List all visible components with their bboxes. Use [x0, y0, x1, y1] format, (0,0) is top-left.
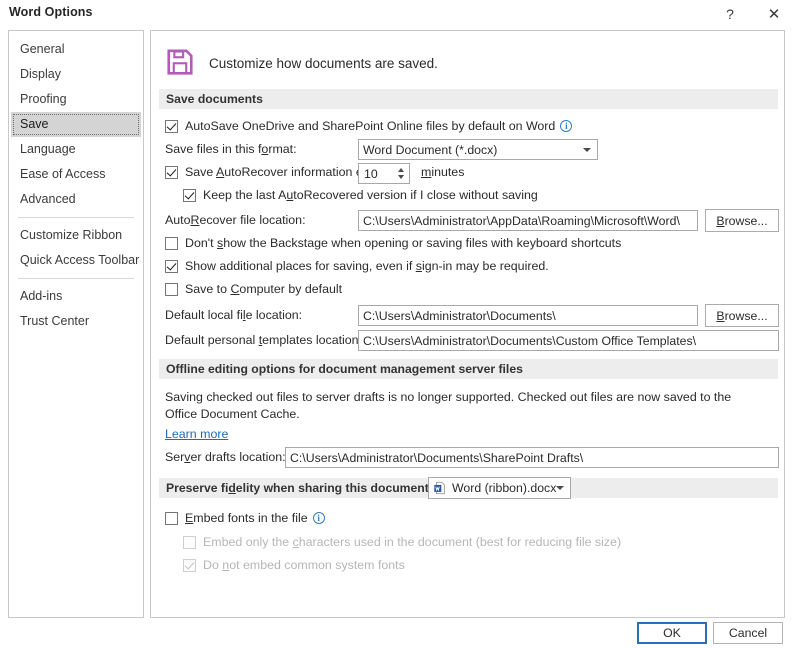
info-icon[interactable]: i: [560, 120, 572, 132]
cancel-button[interactable]: Cancel: [713, 622, 783, 644]
preserve-fidelity-document-dropdown[interactable]: Word (ribbon).docx: [428, 477, 571, 499]
sidebar-item-add-ins[interactable]: Add-ins: [9, 284, 143, 309]
server-drafts-value: C:\Users\Administrator\Documents\SharePo…: [290, 451, 583, 465]
show-additional-places-row[interactable]: Show additional places for saving, even …: [165, 259, 549, 273]
embed-only-chars-checkbox: [183, 536, 196, 549]
sidebar-item-language[interactable]: Language: [9, 137, 143, 162]
default-local-value: C:\Users\Administrator\Documents\: [363, 309, 556, 323]
autorecover-checkbox-row[interactable]: Save AutoRecover information every: [165, 165, 386, 179]
server-drafts-label-row: Server drafts location:: [165, 450, 286, 464]
embed-fonts-label: Embed fonts in the file: [185, 511, 308, 525]
autorecover-location-input[interactable]: C:\Users\Administrator\AppData\Roaming\M…: [358, 210, 698, 231]
default-templates-input[interactable]: C:\Users\Administrator\Documents\Custom …: [358, 330, 779, 351]
minutes-label: minutes: [421, 165, 464, 179]
sidebar-item-general[interactable]: General: [9, 37, 143, 62]
word-document-icon: [433, 481, 447, 495]
offline-editing-paragraph: Saving checked out files to server draft…: [165, 389, 745, 423]
panel-header: Customize how documents are saved.: [165, 43, 438, 83]
help-icon[interactable]: ?: [713, 0, 747, 28]
save-to-computer-row[interactable]: Save to Computer by default: [165, 282, 342, 296]
default-templates-value: C:\Users\Administrator\Documents\Custom …: [363, 334, 696, 348]
save-to-computer-label: Save to Computer by default: [185, 282, 342, 296]
embed-only-chars-row: Embed only the characters used in the do…: [183, 535, 621, 549]
browse-autorecover-button[interactable]: Browse...: [705, 209, 779, 232]
dont-embed-system-fonts-label: Do not embed common system fonts: [203, 558, 405, 572]
autosave-checkbox-row[interactable]: AutoSave OneDrive and SharePoint Online …: [165, 119, 572, 133]
autosave-label: AutoSave OneDrive and SharePoint Online …: [185, 119, 555, 133]
server-drafts-input[interactable]: C:\Users\Administrator\Documents\SharePo…: [285, 447, 779, 468]
sidebar-item-display[interactable]: Display: [9, 62, 143, 87]
sidebar-item-save[interactable]: Save: [11, 112, 141, 137]
default-local-input[interactable]: C:\Users\Administrator\Documents\: [358, 305, 698, 326]
ok-button[interactable]: OK: [637, 622, 707, 644]
stepper-up-icon[interactable]: [398, 168, 404, 172]
info-icon[interactable]: i: [313, 512, 325, 524]
sidebar-separator: [18, 217, 134, 218]
sidebar-item-quick-access-toolbar[interactable]: Quick Access Toolbar: [9, 248, 143, 273]
embed-fonts-row[interactable]: Embed fonts in the file i: [165, 511, 325, 525]
save-format-label: Save files in this format:: [165, 142, 297, 156]
title-bar: Word Options ? ✕: [0, 0, 793, 28]
dont-embed-system-fonts-checkbox: [183, 559, 196, 572]
save-floppy-icon: [165, 47, 195, 80]
sidebar-item-ease-of-access[interactable]: Ease of Access: [9, 162, 143, 187]
sidebar-separator: [18, 278, 134, 279]
options-main-panel: Customize how documents are saved. Save …: [150, 30, 785, 618]
sidebar-item-advanced[interactable]: Advanced: [9, 187, 143, 212]
show-additional-places-label: Show additional places for saving, even …: [185, 259, 549, 273]
sidebar-item-trust-center[interactable]: Trust Center: [9, 309, 143, 334]
section-header-offline-editing: Offline editing options for document man…: [159, 359, 778, 379]
sidebar-item-proofing[interactable]: Proofing: [9, 87, 143, 112]
chevron-down-icon: [556, 486, 564, 490]
save-format-value: Word Document (*.docx): [363, 143, 497, 157]
embed-only-chars-label: Embed only the characters used in the do…: [203, 535, 621, 549]
close-icon[interactable]: ✕: [757, 0, 791, 28]
stepper-down-icon[interactable]: [398, 175, 404, 179]
sidebar-item-customize-ribbon[interactable]: Customize Ribbon: [9, 223, 143, 248]
autorecover-location-label: AutoRecover file location:: [165, 213, 306, 227]
default-local-label: Default local file location:: [165, 308, 302, 322]
default-templates-label-row: Default personal templates location:: [165, 333, 362, 347]
preserve-fidelity-heading-text: Preserve fidelity when sharing this docu…: [166, 481, 433, 495]
autorecover-location-value: C:\Users\Administrator\AppData\Roaming\M…: [363, 214, 680, 228]
default-local-label-row: Default local file location:: [165, 308, 302, 322]
options-sidebar: GeneralDisplayProofingSaveLanguageEase o…: [8, 30, 144, 618]
server-drafts-label: Server drafts location:: [165, 450, 286, 464]
preserve-fidelity-document-value: Word (ribbon).docx: [452, 481, 556, 495]
keep-last-autorecovered-checkbox[interactable]: [183, 189, 196, 202]
chevron-down-icon: [583, 148, 591, 152]
save-to-computer-checkbox[interactable]: [165, 283, 178, 296]
autosave-checkbox[interactable]: [165, 120, 178, 133]
dont-show-backstage-row[interactable]: Don't show the Backstage when opening or…: [165, 236, 621, 250]
save-format-dropdown[interactable]: Word Document (*.docx): [358, 139, 598, 160]
default-templates-label: Default personal templates location:: [165, 333, 362, 347]
keep-last-autorecovered-row[interactable]: Keep the last AutoRecovered version if I…: [183, 188, 538, 202]
show-additional-places-checkbox[interactable]: [165, 260, 178, 273]
autorecover-checkbox[interactable]: [165, 166, 178, 179]
window-title: Word Options: [9, 5, 93, 19]
autorecover-minutes-value: 10: [364, 167, 378, 181]
section-header-save-documents: Save documents: [159, 89, 778, 109]
autorecover-location-label-row: AutoRecover file location:: [165, 213, 306, 227]
embed-fonts-checkbox[interactable]: [165, 512, 178, 525]
minutes-label-row: minutes: [421, 165, 464, 179]
save-format-label-row: Save files in this format:: [165, 142, 297, 156]
browse-default-local-button[interactable]: Browse...: [705, 304, 779, 327]
autorecover-label: Save AutoRecover information every: [185, 165, 386, 179]
dont-embed-system-fonts-row: Do not embed common system fonts: [183, 558, 405, 572]
keep-last-autorecovered-label: Keep the last AutoRecovered version if I…: [203, 188, 538, 202]
panel-header-text: Customize how documents are saved.: [209, 56, 438, 71]
dont-show-backstage-checkbox[interactable]: [165, 237, 178, 250]
learn-more-link[interactable]: Learn more: [165, 427, 228, 441]
dont-show-backstage-label: Don't show the Backstage when opening or…: [185, 236, 621, 250]
autorecover-minutes-stepper[interactable]: 10: [358, 163, 410, 184]
